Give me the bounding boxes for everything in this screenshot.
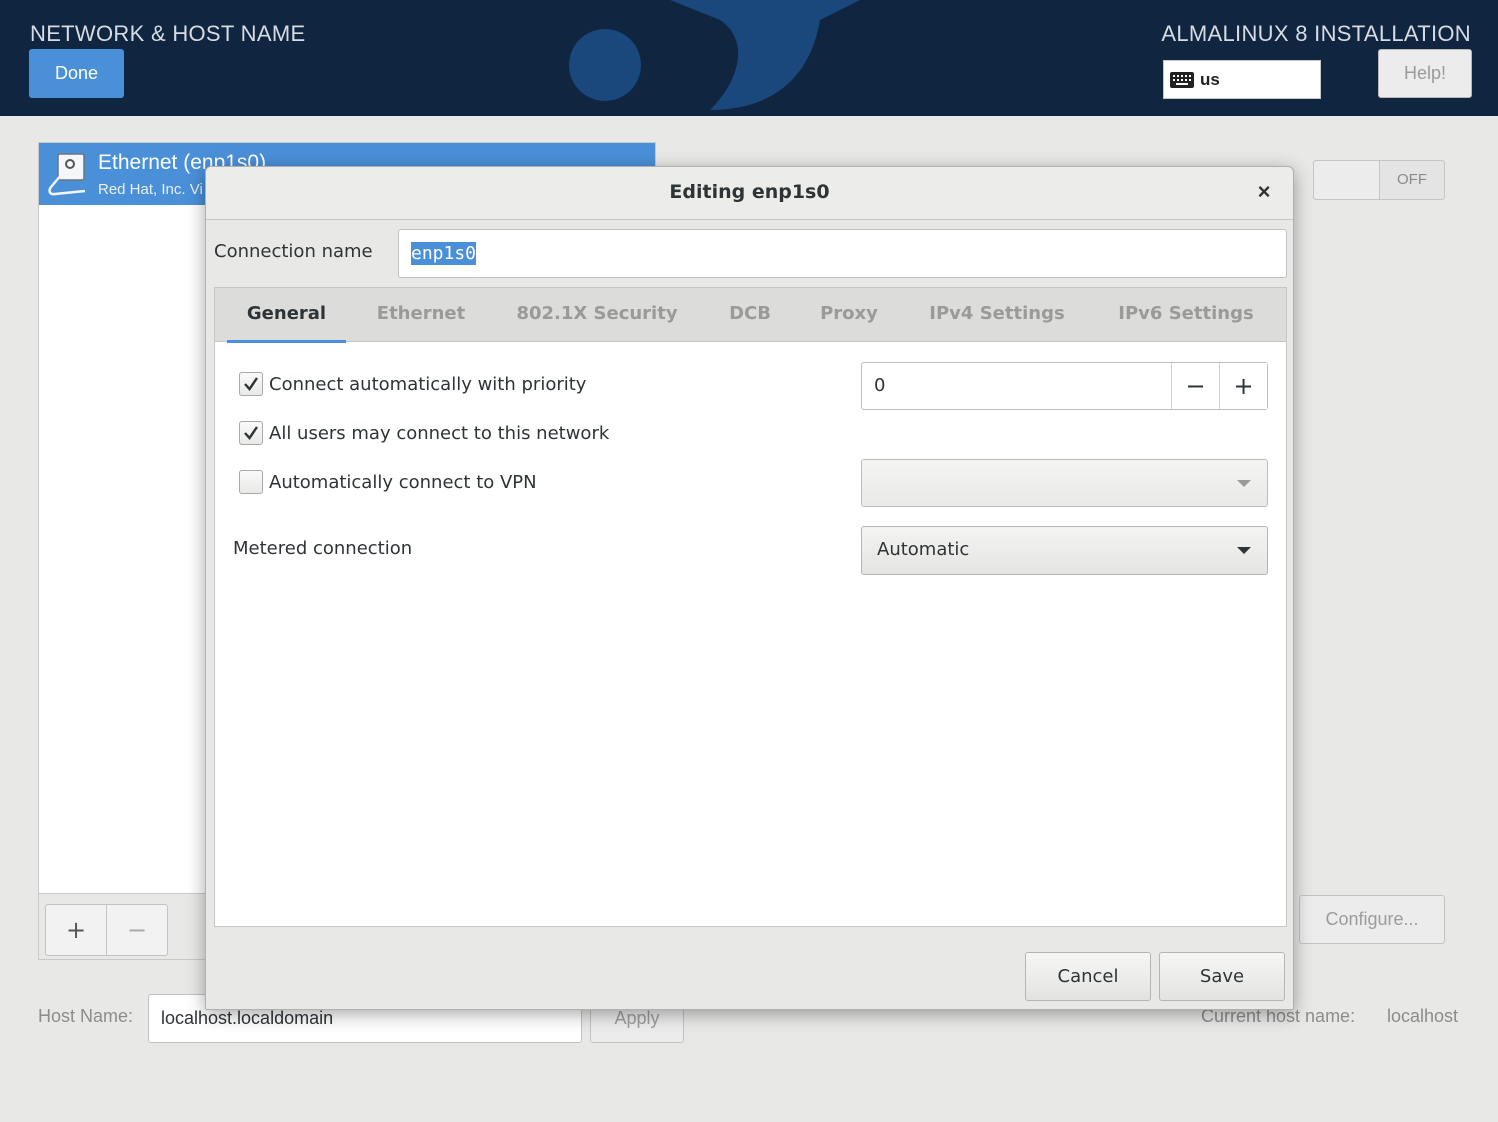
auto-vpn-checkbox[interactable] <box>239 470 263 494</box>
all-users-checkbox[interactable] <box>239 421 263 445</box>
auto-vpn-label: Automatically connect to VPN <box>269 471 537 493</box>
priority-increment-button[interactable]: + <box>1219 363 1267 409</box>
toggle-knob <box>1314 161 1380 199</box>
keyboard-layout-indicator[interactable]: us <box>1163 60 1321 99</box>
metered-connection-select[interactable]: Automatic <box>861 526 1268 575</box>
tab-802-1x-security[interactable]: 802.1X Security <box>505 288 689 342</box>
all-users-label: All users may connect to this network <box>269 422 610 444</box>
dialog-titlebar: Editing enp1s0 × <box>206 167 1293 220</box>
checkmark-icon <box>244 377 258 391</box>
top-header: NETWORK & HOST NAME ALMALINUX 8 INSTALLA… <box>0 0 1498 116</box>
edit-connection-dialog: Editing enp1s0 × Connection name enp1s0 … <box>205 166 1294 1010</box>
product-title: ALMALINUX 8 INSTALLATION <box>1161 21 1471 46</box>
tab-proxy[interactable]: Proxy <box>811 288 887 342</box>
help-button[interactable]: Help! <box>1378 49 1472 98</box>
host-name-label: Host Name: <box>38 1006 134 1026</box>
auto-connect-label: Connect automatically with priority <box>269 373 587 395</box>
configure-button[interactable]: Configure... <box>1299 895 1445 944</box>
auto-connect-row: Connect automatically with priority <box>239 372 586 396</box>
keyboard-layout-label: us <box>1200 69 1220 89</box>
keyboard-icon <box>1170 71 1194 88</box>
brand-logo-icon <box>569 0 860 110</box>
metered-connection-value: Automatic <box>877 539 970 560</box>
vpn-select[interactable] <box>861 459 1268 507</box>
current-host-name-value: localhost <box>1387 1006 1459 1026</box>
connection-name-input[interactable]: enp1s0 <box>398 229 1287 278</box>
checkmark-icon <box>244 426 258 440</box>
all-users-row: All users may connect to this network <box>239 421 609 445</box>
tab-ipv4-settings[interactable]: IPv4 Settings <box>915 288 1079 342</box>
priority-value: 0 <box>874 375 886 396</box>
device-vendor: Red Hat, Inc. Vi <box>98 181 203 198</box>
page-title: NETWORK & HOST NAME <box>30 21 306 46</box>
dialog-title: Editing enp1s0 <box>669 181 830 203</box>
tab-ethernet[interactable]: Ethernet <box>363 288 479 342</box>
save-button[interactable]: Save <box>1159 952 1285 1001</box>
priority-spinbutton[interactable]: 0 − + <box>861 362 1268 410</box>
add-device-button[interactable]: + <box>45 904 107 956</box>
tab-ipv6-settings[interactable]: IPv6 Settings <box>1105 288 1267 342</box>
close-icon[interactable]: × <box>1251 179 1277 205</box>
priority-decrement-button[interactable]: − <box>1171 363 1219 409</box>
chevron-down-icon <box>1237 480 1251 487</box>
metered-connection-label: Metered connection <box>233 538 413 559</box>
connection-name-value: enp1s0 <box>411 242 477 265</box>
tab-general[interactable]: General <box>227 288 346 343</box>
tab-dcb[interactable]: DCB <box>717 288 783 342</box>
device-power-toggle[interactable]: OFF <box>1313 160 1445 200</box>
settings-notebook: General Ethernet 802.1X Security DCB Pro… <box>214 287 1287 927</box>
remove-device-button[interactable]: − <box>106 904 168 956</box>
toggle-state-label: OFF <box>1397 171 1427 188</box>
auto-vpn-row: Automatically connect to VPN <box>239 470 537 494</box>
auto-connect-checkbox[interactable] <box>239 372 263 396</box>
tab-bar: General Ethernet 802.1X Security DCB Pro… <box>215 288 1286 343</box>
ethernet-icon <box>48 153 86 196</box>
done-button[interactable]: Done <box>29 49 124 98</box>
connection-name-label: Connection name <box>214 241 373 262</box>
cancel-button[interactable]: Cancel <box>1025 952 1151 1001</box>
chevron-down-icon <box>1237 547 1251 554</box>
